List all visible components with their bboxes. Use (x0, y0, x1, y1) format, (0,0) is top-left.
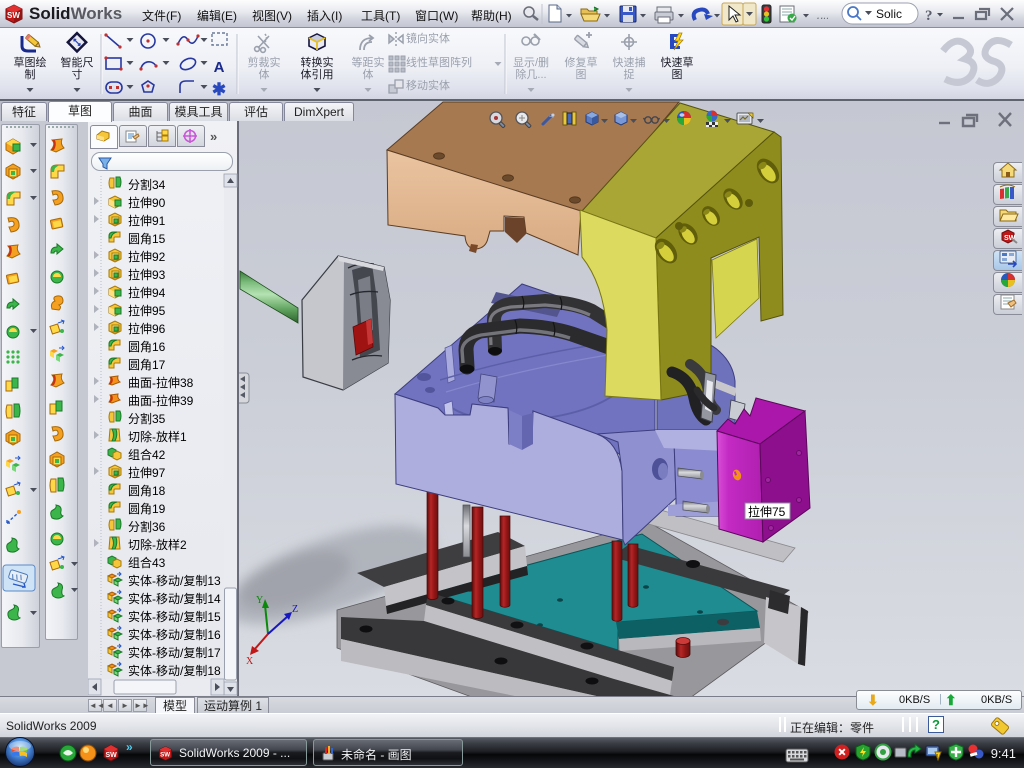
svg-text:快速草: 快速草 (661, 56, 694, 69)
svg-text:✱: ✱ (212, 80, 226, 99)
svg-text:显示/删: 显示/删 (513, 56, 549, 69)
svg-text:智能尺: 智能尺 (61, 55, 94, 69)
svg-text:镜向实体: 镜向实体 (406, 31, 450, 45)
svg-text:图: 图 (672, 68, 683, 81)
svg-text:»: » (126, 740, 133, 754)
svg-text:体引用: 体引用 (301, 67, 334, 81)
svg-text:制: 制 (25, 68, 36, 81)
svg-text:A: A (214, 59, 225, 76)
svg-text:‥..: ‥.. (816, 10, 829, 22)
svg-text:草图绘: 草图绘 (14, 55, 47, 69)
svg-text:移动实体: 移动实体 (406, 78, 450, 92)
svg-text:剪裁实: 剪裁实 (248, 55, 281, 69)
svg-text:快速捕: 快速捕 (613, 55, 646, 69)
svg-text:体: 体 (259, 67, 270, 81)
svg-text:捉: 捉 (624, 67, 635, 81)
svg-text:Y: Y (256, 595, 263, 606)
svg-text:X: X (246, 656, 254, 667)
svg-text:线性草图阵列: 线性草图阵列 (406, 55, 472, 69)
svg-text:SW: SW (106, 752, 118, 759)
svg-text:SW: SW (7, 11, 20, 20)
svg-text:SW: SW (160, 752, 170, 759)
svg-text:?: ? (925, 8, 933, 24)
svg-text:转换实: 转换实 (301, 55, 334, 69)
svg-text:拉伸75: 拉伸75 (748, 504, 786, 519)
svg-text:Solic: Solic (876, 7, 902, 21)
svg-text:图: 图 (576, 68, 587, 81)
svg-text:除几...: 除几... (515, 67, 546, 81)
svg-text:体: 体 (363, 67, 374, 81)
svg-text:修复草: 修复草 (565, 55, 598, 69)
svg-text:等距实: 等距实 (352, 55, 385, 69)
svg-text:寸: 寸 (72, 67, 83, 81)
svg-text:Z: Z (292, 604, 298, 615)
